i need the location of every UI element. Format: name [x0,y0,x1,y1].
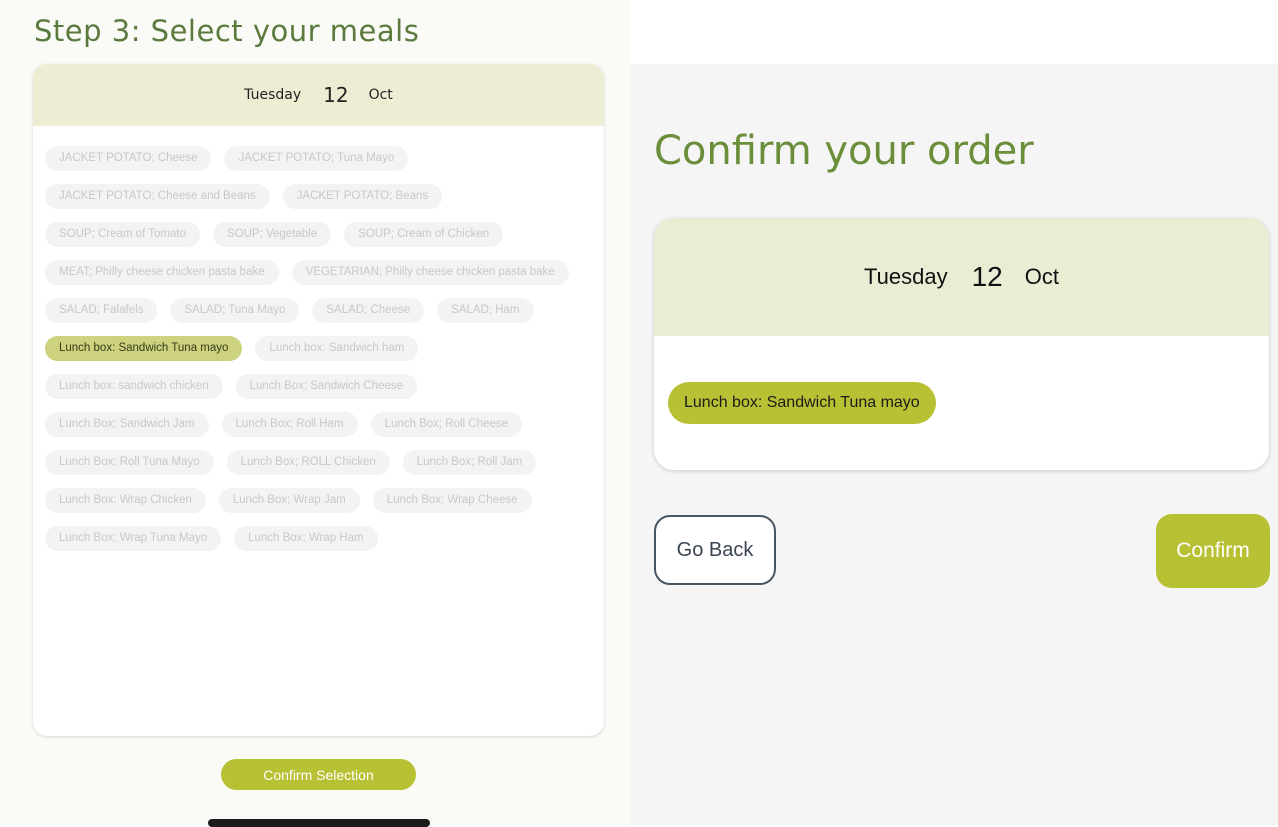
meal-chip[interactable]: Lunch Box; Wrap Cheese [372,488,532,513]
meal-chip[interactable]: Lunch Box; Roll Ham [221,412,358,437]
meal-chip[interactable]: Lunch Box; Wrap Chicken [45,488,206,513]
confirm-button[interactable]: Confirm [1156,514,1270,588]
meal-chip[interactable]: Lunch Box; Roll Cheese [370,412,522,437]
meal-chip[interactable]: JACKET POTATO; Beans [282,184,443,209]
confirm-selection-button[interactable]: Confirm Selection [221,759,416,790]
date-number: 12 [971,261,1003,292]
meal-chip[interactable]: Lunch Box; Sandwich Cheese [235,374,418,399]
date-header: Tuesday 12 Oct [33,64,604,126]
meal-chip[interactable]: SALAD; Falafels [45,298,158,323]
date-day: Tuesday [864,264,948,289]
date-number: 12 [323,83,349,107]
meal-chip[interactable]: Lunch box: Sandwich ham [255,336,419,361]
meal-chip[interactable]: VEGETARIAN; Philly cheese chicken pasta … [291,260,569,285]
page-title: Confirm your order [654,128,1034,174]
meal-chip[interactable]: SOUP; Vegetable [212,222,332,247]
meal-chip-selected[interactable]: Lunch box: Sandwich Tuna mayo [45,336,243,361]
date-day: Tuesday [244,87,302,103]
order-card: Tuesday 12 Oct Lunch box: Sandwich Tuna … [654,218,1269,470]
step-title: Step 3: Select your meals [34,14,420,48]
meal-chip[interactable]: Lunch Box; Wrap Tuna Mayo [45,526,222,551]
date-month: Oct [368,87,393,103]
home-indicator[interactable] [208,819,430,827]
meal-chip[interactable]: JACKET POTATO; Cheese [45,146,212,171]
meal-chip[interactable]: Lunch Box; ROLL Chicken [226,450,390,475]
meal-chip[interactable]: Lunch box: sandwich chicken [45,374,223,399]
meal-chip[interactable]: Lunch Box; Wrap Jam [218,488,360,513]
meal-selection-screen: Step 3: Select your meals Tuesday 12 Oct… [0,0,630,827]
meal-chip[interactable]: JACKET POTATO; Cheese and Beans [45,184,270,209]
selected-meal-chip: Lunch box: Sandwich Tuna mayo [668,382,936,424]
go-back-button[interactable]: Go Back [654,515,776,585]
meal-chip[interactable]: SOUP; Cream of Tomato [45,222,200,247]
meal-chip[interactable]: MEAT; Philly cheese chicken pasta bake [45,260,279,285]
confirm-order-screen: Confirm your order Tuesday 12 Oct Lunch … [630,64,1278,825]
meal-chip[interactable]: Lunch Box; Roll Tuna Mayo [45,450,214,475]
meal-chip[interactable]: SALAD; Tuna Mayo [170,298,300,323]
meal-chip[interactable]: SOUP; Cream of Chicken [344,222,504,247]
meal-chip[interactable]: SALAD; Cheese [312,298,425,323]
meal-chip[interactable]: JACKET POTATO; Tuna Mayo [224,146,409,171]
meal-chip[interactable]: Lunch Box; Sandwich Jam [45,412,209,437]
meal-chip-list: JACKET POTATO; Cheese JACKET POTATO; Tuna… [33,126,604,564]
date-month: Oct [1024,264,1059,289]
date-header: Tuesday 12 Oct [654,218,1269,336]
day-meal-card: Tuesday 12 Oct JACKET POTATO; Cheese JACK… [33,64,604,736]
meal-chip[interactable]: Lunch Box; Roll Jam [402,450,537,475]
meal-chip[interactable]: SALAD; Ham [437,298,534,323]
meal-chip[interactable]: Lunch Box; Wrap Ham [234,526,378,551]
